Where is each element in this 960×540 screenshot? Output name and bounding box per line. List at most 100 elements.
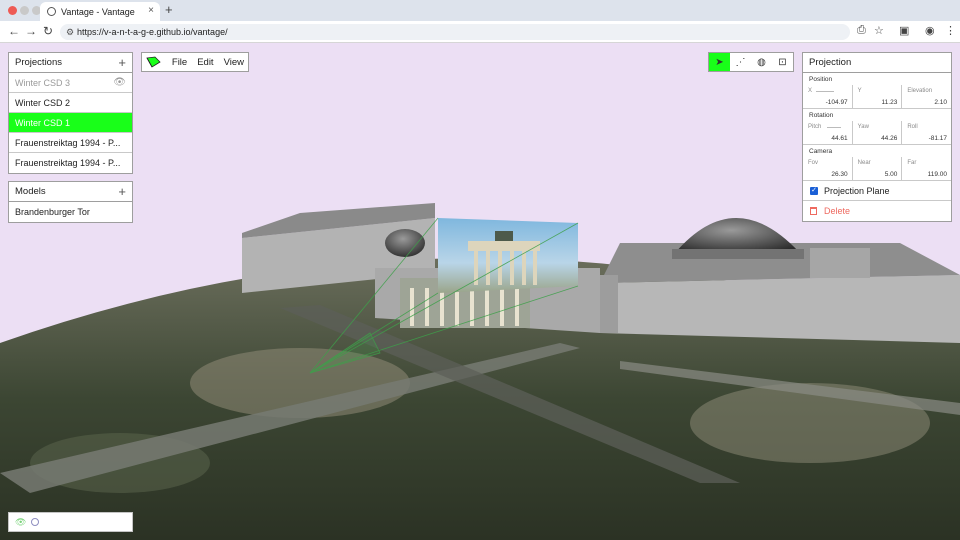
- add-projection-button[interactable]: +: [118, 56, 126, 69]
- building-right-front: [600, 275, 960, 343]
- roof-structure: [810, 248, 870, 278]
- building-right-corner: [600, 275, 618, 333]
- forward-icon[interactable]: →: [25, 24, 37, 38]
- address-toolbar: ← → ↻ ⚙ https://v-a-n-t-a-g-e.github.io/…: [0, 21, 960, 43]
- field-label: X: [808, 88, 813, 94]
- rotation-group: Pitch 44.61 Yaw 44.26 Roll -81.17: [803, 121, 951, 145]
- globe-favicon-icon: [47, 7, 56, 16]
- field-slider[interactable]: [816, 91, 834, 92]
- models-header: Models +: [9, 182, 132, 202]
- camera-group: Fov 26.30 Near 5.00 Far 119.00: [803, 157, 951, 181]
- projection-plane-toggle[interactable]: ✓ Projection Plane: [803, 181, 951, 201]
- vantage-logo-icon: [142, 53, 166, 71]
- field-value: 5.00: [884, 171, 898, 178]
- back-icon[interactable]: ←: [8, 24, 20, 38]
- focus-icon[interactable]: ⊡: [772, 53, 793, 71]
- projection-item[interactable]: Frauenstreiktag 1994 - P...: [9, 133, 132, 153]
- projection-item[interactable]: Winter CSD 2: [9, 93, 132, 113]
- visibility-eye-icon[interactable]: 👁: [113, 77, 126, 88]
- minimize-window-button[interactable]: [20, 6, 29, 15]
- inspector-header: Projection: [803, 53, 951, 73]
- side-panel-icon[interactable]: ▣: [899, 24, 909, 37]
- position-elevation-field[interactable]: Elevation 2.10: [902, 85, 951, 108]
- bookmark-star-icon[interactable]: ☆: [874, 24, 884, 37]
- projected-photo-plane: [438, 218, 578, 293]
- nodes-icon[interactable]: ⋰: [730, 53, 751, 71]
- models-panel: Models + Brandenburger Tor: [8, 181, 133, 223]
- projection-label: Winter CSD 1: [15, 117, 71, 128]
- circle-toggle-icon[interactable]: [31, 518, 40, 526]
- field-slider[interactable]: [827, 127, 841, 128]
- browser-menu-icon[interactable]: ⋮: [945, 24, 956, 37]
- field-value: 11.23: [881, 99, 898, 106]
- browser-tab[interactable]: Vantage - Vantage ×: [40, 2, 160, 21]
- camera-label: Camera: [809, 148, 833, 155]
- rotation-roll-field[interactable]: Roll -81.17: [902, 121, 951, 144]
- layer-status-box: 👁: [8, 512, 133, 532]
- url-text: https://v-a-n-t-a-g-e.github.io/vantage/: [77, 27, 228, 37]
- model-item[interactable]: Brandenburger Tor: [9, 202, 132, 222]
- site-settings-icon[interactable]: ⚙: [66, 24, 74, 40]
- inspector-title: Projection: [809, 57, 852, 68]
- field-value: 44.61: [831, 135, 848, 142]
- projection-label: Winter CSD 2: [15, 97, 71, 108]
- projection-item[interactable]: Winter CSD 3 👁: [9, 73, 132, 93]
- url-field[interactable]: ⚙ https://v-a-n-t-a-g-e.github.io/vantag…: [60, 24, 850, 40]
- projections-header: Projections +: [9, 53, 132, 73]
- field-value: 119.00: [927, 171, 948, 178]
- reload-icon[interactable]: ↻: [43, 24, 53, 38]
- checkbox-checked-icon[interactable]: ✓: [810, 186, 818, 195]
- cursor-icon[interactable]: ➤: [709, 53, 730, 71]
- field-label: Fov: [808, 160, 819, 166]
- app-menubar: File Edit View: [141, 52, 249, 72]
- small-dome: [385, 229, 425, 257]
- dome-base: [672, 249, 804, 259]
- rotation-pitch-field[interactable]: Pitch 44.61: [803, 121, 853, 144]
- tab-title: Vantage - Vantage: [61, 6, 135, 17]
- field-value: -81.17: [928, 135, 948, 142]
- projection-label: Winter CSD 3: [15, 77, 71, 88]
- field-label: Y: [857, 88, 862, 94]
- projection-plane-label: Projection Plane: [824, 185, 890, 196]
- rotation-label: Rotation: [809, 112, 834, 119]
- field-value: 26.30: [831, 171, 848, 178]
- position-label: Position: [809, 76, 833, 83]
- menu-view[interactable]: View: [224, 57, 244, 68]
- projection-inspector: Projection Position X -104.97 Y 11.23 El…: [802, 52, 952, 222]
- delete-label: Delete: [824, 206, 851, 216]
- models-title: Models: [15, 186, 46, 197]
- projections-panel: Projections + Winter CSD 3 👁 Winter CSD …: [8, 52, 133, 174]
- globe-icon[interactable]: ◍: [751, 53, 772, 71]
- tab-close-icon[interactable]: ×: [148, 5, 154, 16]
- field-label: Yaw: [857, 124, 869, 130]
- menu-file[interactable]: File: [172, 57, 187, 68]
- camera-fov-field[interactable]: Fov 26.30: [803, 157, 853, 180]
- projection-label: Frauenstreiktag 1994 - P...: [15, 158, 121, 168]
- projections-title: Projections: [15, 57, 62, 68]
- position-y-field[interactable]: Y 11.23: [853, 85, 903, 108]
- install-app-icon[interactable]: ⎙: [857, 24, 866, 37]
- rotation-yaw-field[interactable]: Yaw 44.26: [853, 121, 903, 144]
- field-value: -104.97: [825, 99, 848, 106]
- projection-item-selected[interactable]: Winter CSD 1: [9, 113, 132, 133]
- position-group: X -104.97 Y 11.23 Elevation 2.10: [803, 85, 951, 109]
- camera-near-field[interactable]: Near 5.00: [853, 157, 903, 180]
- field-label: Pitch: [808, 124, 822, 130]
- field-value: 44.26: [881, 135, 898, 142]
- new-tab-button[interactable]: +: [165, 2, 173, 17]
- projection-item[interactable]: Frauenstreiktag 1994 - P...: [9, 153, 132, 173]
- profile-icon[interactable]: ◉: [925, 24, 935, 37]
- field-label: Far: [907, 160, 917, 166]
- add-model-button[interactable]: +: [118, 185, 126, 198]
- delete-button[interactable]: Delete: [803, 201, 951, 221]
- tool-palette: ➤ ⋰ ◍ ⊡: [708, 52, 794, 72]
- menu-edit[interactable]: Edit: [197, 57, 213, 68]
- position-x-field[interactable]: X -104.97: [803, 85, 853, 108]
- field-label: Near: [857, 160, 871, 166]
- large-dome: [675, 218, 800, 253]
- camera-far-field[interactable]: Far 119.00: [902, 157, 951, 180]
- field-label: Elevation: [907, 88, 933, 94]
- trash-icon: [810, 207, 817, 215]
- visibility-eye-icon[interactable]: 👁: [15, 517, 26, 528]
- close-window-button[interactable]: [8, 6, 17, 15]
